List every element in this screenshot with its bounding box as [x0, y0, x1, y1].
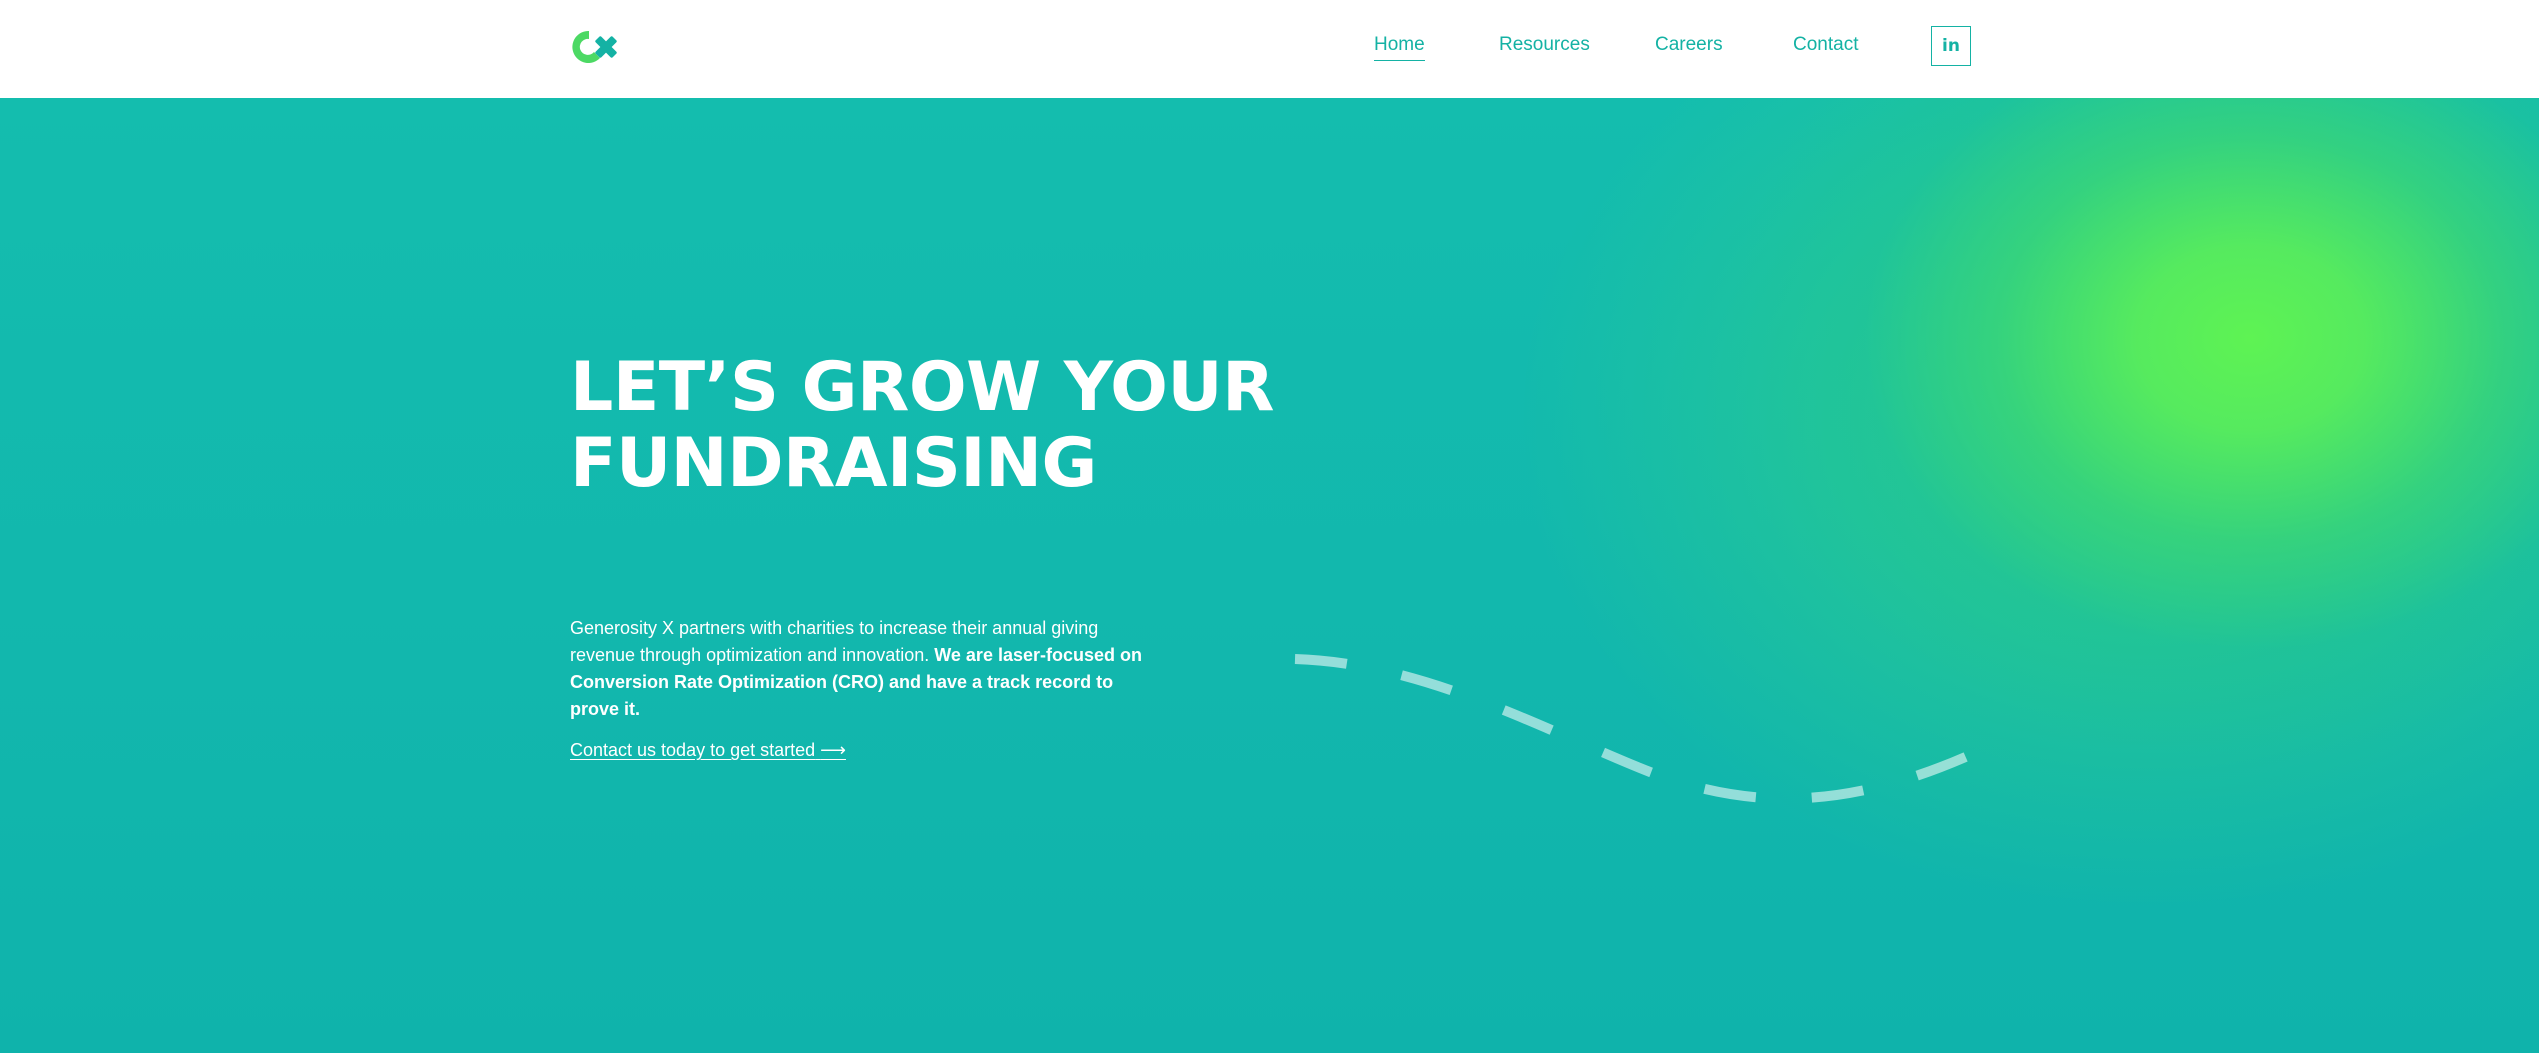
nav-careers[interactable]: Careers	[1655, 33, 1723, 57]
linkedin-button[interactable]: in	[1931, 26, 1971, 66]
site-header: Home Resources Careers Contact in	[0, 0, 2539, 98]
linkedin-icon: in	[1942, 36, 1960, 56]
hero-title-line-2: FUNDRAISING	[570, 424, 1097, 503]
nav-resources[interactable]: Resources	[1499, 33, 1590, 57]
nav-contact[interactable]: Contact	[1793, 33, 1858, 57]
generosity-x-logo-icon[interactable]	[570, 27, 622, 67]
contact-cta-link[interactable]: Contact us today to get started ⟶	[570, 738, 846, 762]
hero-title-line-1: LET’S GROW YOUR	[570, 348, 1275, 427]
hero-title: LET’S GROW YOUR FUNDRAISING	[570, 350, 1370, 502]
arrow-right-icon: ⟶	[820, 740, 846, 760]
nav-home[interactable]: Home	[1374, 33, 1425, 61]
hero-description: Generosity X partners with charities to …	[570, 615, 1150, 723]
hero-section: LET’S GROW YOUR FUNDRAISING Generosity X…	[0, 98, 2539, 1053]
cta-label: Contact us today to get started	[570, 740, 816, 760]
dashed-curve-decoration	[1294, 654, 1973, 804]
